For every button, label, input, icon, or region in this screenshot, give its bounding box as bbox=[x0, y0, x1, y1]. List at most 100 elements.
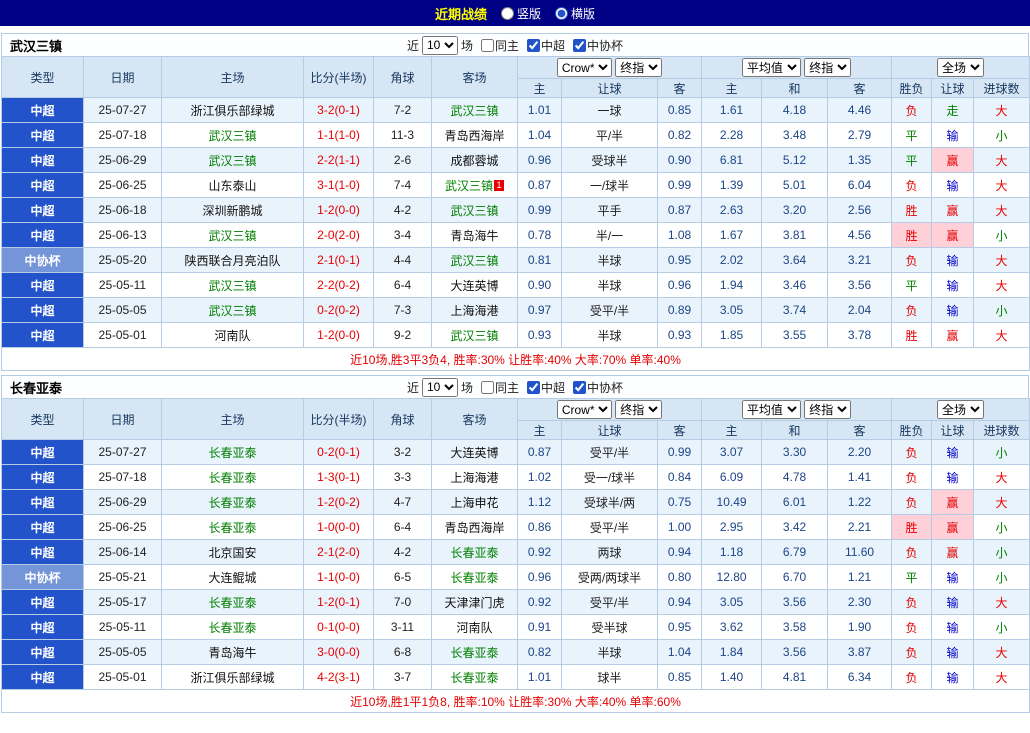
scope-select[interactable]: 全场 bbox=[937, 58, 984, 77]
result-cell: 平 bbox=[892, 148, 932, 173]
score-link[interactable]: 2-1(0-1) bbox=[304, 248, 374, 273]
same-home-option[interactable]: 同主 bbox=[476, 379, 519, 396]
away-team-link[interactable]: 大连英博 bbox=[450, 279, 498, 293]
league-cup-option[interactable]: 中协杯 bbox=[568, 37, 623, 54]
score-link[interactable]: 2-2(0-2) bbox=[304, 273, 374, 298]
score-link[interactable]: 0-2(0-1) bbox=[304, 440, 374, 465]
score-link[interactable]: 3-1(1-0) bbox=[304, 173, 374, 198]
vertical-radio[interactable] bbox=[501, 7, 514, 20]
score-link[interactable]: 1-2(0-0) bbox=[304, 323, 374, 348]
score-link[interactable]: 1-2(0-2) bbox=[304, 490, 374, 515]
goals-result-cell: 大 bbox=[974, 148, 1030, 173]
same-home-checkbox[interactable] bbox=[481, 381, 494, 394]
league-super-option[interactable]: 中超 bbox=[522, 379, 565, 396]
away-team-link[interactable]: 长春亚泰 bbox=[450, 646, 498, 660]
asian-time-select[interactable]: 终指 bbox=[615, 400, 662, 419]
away-team-link[interactable]: 天津津门虎 bbox=[444, 596, 504, 610]
score-link[interactable]: 1-1(0-0) bbox=[304, 565, 374, 590]
score-link[interactable]: 2-2(1-1) bbox=[304, 148, 374, 173]
away-team-link[interactable]: 大连英博 bbox=[450, 446, 498, 460]
home-team-link[interactable]: 长春亚泰 bbox=[208, 596, 256, 610]
euro-avg-select[interactable]: 平均值 bbox=[742, 58, 801, 77]
score-link[interactable]: 0-1(0-0) bbox=[304, 615, 374, 640]
score-link[interactable]: 1-2(0-1) bbox=[304, 590, 374, 615]
match-date: 25-05-11 bbox=[84, 273, 162, 298]
bookmaker-select[interactable]: Crow* bbox=[557, 400, 612, 419]
home-team-link[interactable]: 北京国安 bbox=[208, 546, 256, 560]
score-link[interactable]: 4-2(3-1) bbox=[304, 665, 374, 690]
home-team-link[interactable]: 武汉三镇 bbox=[208, 304, 256, 318]
home-team-link[interactable]: 长春亚泰 bbox=[208, 496, 256, 510]
filter-games-label: 场 bbox=[461, 379, 473, 396]
away-team-link[interactable]: 武汉三镇 bbox=[450, 104, 498, 118]
horizontal-radio[interactable] bbox=[555, 7, 568, 20]
match-count-select[interactable]: 10 bbox=[422, 36, 458, 55]
score-link[interactable]: 1-2(0-0) bbox=[304, 198, 374, 223]
euro-home-odds: 3.05 bbox=[702, 590, 762, 615]
away-team-link[interactable]: 青岛海牛 bbox=[450, 229, 498, 243]
away-team-link[interactable]: 成都蓉城 bbox=[450, 154, 498, 168]
home-team-link[interactable]: 陕西联合月亮泊队 bbox=[184, 254, 280, 268]
home-team-link[interactable]: 浙江俱乐部绿城 bbox=[190, 104, 274, 118]
same-home-option[interactable]: 同主 bbox=[476, 37, 519, 54]
home-team-link[interactable]: 山东泰山 bbox=[208, 179, 256, 193]
home-team-link[interactable]: 青岛海牛 bbox=[208, 646, 256, 660]
home-team-link[interactable]: 大连鲲城 bbox=[208, 571, 256, 585]
home-team-link[interactable]: 长春亚泰 bbox=[208, 471, 256, 485]
away-team-cell: 长春亚泰 bbox=[432, 640, 518, 665]
home-team-link[interactable]: 深圳新鹏城 bbox=[202, 204, 262, 218]
away-team-link[interactable]: 武汉三镇 bbox=[450, 204, 498, 218]
home-team-link[interactable]: 武汉三镇 bbox=[208, 154, 256, 168]
away-team-link[interactable]: 上海申花 bbox=[450, 496, 498, 510]
league-cup-option[interactable]: 中协杯 bbox=[568, 379, 623, 396]
home-team-link[interactable]: 长春亚泰 bbox=[208, 521, 256, 535]
euro-avg-select[interactable]: 平均值 bbox=[742, 400, 801, 419]
home-team-link[interactable]: 武汉三镇 bbox=[208, 229, 256, 243]
away-team-link[interactable]: 青岛西海岸 bbox=[444, 521, 504, 535]
home-team-link[interactable]: 武汉三镇 bbox=[208, 129, 256, 143]
away-team-link[interactable]: 河南队 bbox=[456, 621, 492, 635]
away-team-cell: 武汉三镇1 bbox=[432, 173, 518, 198]
league-super-checkbox[interactable] bbox=[527, 381, 540, 394]
away-team-link[interactable]: 青岛西海岸 bbox=[444, 129, 504, 143]
away-team-link[interactable]: 武汉三镇 bbox=[450, 254, 498, 268]
euro-time-select[interactable]: 终指 bbox=[804, 400, 851, 419]
match-count-select[interactable]: 10 bbox=[422, 378, 458, 397]
away-team-link[interactable]: 长春亚泰 bbox=[450, 571, 498, 585]
score-link[interactable]: 1-0(0-0) bbox=[304, 515, 374, 540]
match-date: 25-06-29 bbox=[84, 490, 162, 515]
score-link[interactable]: 3-2(0-1) bbox=[304, 98, 374, 123]
home-team-link[interactable]: 河南队 bbox=[214, 329, 250, 343]
home-team-link[interactable]: 长春亚泰 bbox=[208, 621, 256, 635]
layout-option-horizontal[interactable]: 横版 bbox=[555, 5, 595, 22]
score-link[interactable]: 3-0(0-0) bbox=[304, 640, 374, 665]
away-team-link[interactable]: 长春亚泰 bbox=[450, 546, 498, 560]
asian-away-odds: 0.85 bbox=[658, 665, 702, 690]
home-team-link[interactable]: 长春亚泰 bbox=[208, 446, 256, 460]
bookmaker-select[interactable]: Crow* bbox=[557, 58, 612, 77]
home-team-link[interactable]: 浙江俱乐部绿城 bbox=[190, 671, 274, 685]
asian-time-select[interactable]: 终指 bbox=[615, 58, 662, 77]
away-team-link[interactable]: 武汉三镇 bbox=[450, 329, 498, 343]
away-team-link[interactable]: 长春亚泰 bbox=[450, 671, 498, 685]
away-team-link[interactable]: 上海海港 bbox=[450, 304, 498, 318]
league-super-checkbox[interactable] bbox=[527, 39, 540, 52]
away-team-link[interactable]: 武汉三镇 bbox=[445, 179, 493, 193]
euro-home-odds: 1.85 bbox=[702, 323, 762, 348]
layout-option-vertical[interactable]: 竖版 bbox=[501, 5, 541, 22]
home-team-link[interactable]: 武汉三镇 bbox=[208, 279, 256, 293]
same-home-checkbox[interactable] bbox=[481, 39, 494, 52]
scope-select[interactable]: 全场 bbox=[937, 400, 984, 419]
league-cup-checkbox[interactable] bbox=[573, 381, 586, 394]
euro-time-select[interactable]: 终指 bbox=[804, 58, 851, 77]
score-link[interactable]: 2-1(2-0) bbox=[304, 540, 374, 565]
league-cup-checkbox[interactable] bbox=[573, 39, 586, 52]
league-super-option[interactable]: 中超 bbox=[522, 37, 565, 54]
score-link[interactable]: 2-0(2-0) bbox=[304, 223, 374, 248]
score-link[interactable]: 1-3(0-1) bbox=[304, 465, 374, 490]
score-link[interactable]: 0-2(0-2) bbox=[304, 298, 374, 323]
league-badge: 中超 bbox=[2, 198, 84, 223]
score-link[interactable]: 1-1(1-0) bbox=[304, 123, 374, 148]
away-team-link[interactable]: 上海海港 bbox=[450, 471, 498, 485]
asian-home-odds: 1.01 bbox=[518, 98, 562, 123]
